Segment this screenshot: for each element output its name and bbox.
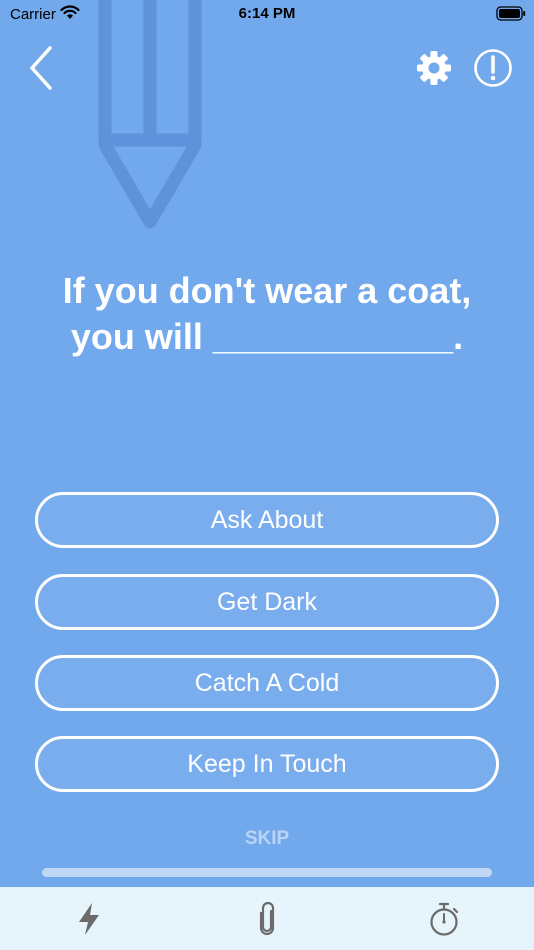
pencil-icon — [90, 0, 215, 240]
paperclip-icon — [259, 901, 275, 935]
answer-button-keep-in-touch[interactable]: Keep In Touch — [35, 736, 499, 792]
exclamation-circle-icon — [474, 49, 512, 87]
status-bar: Carrier 6:14 PM — [0, 0, 534, 30]
question-line-1: If you don't wear a coat, — [62, 270, 472, 311]
lightning-icon — [79, 902, 99, 935]
question-line-2: you will ____________. — [70, 316, 464, 357]
answer-button-get-dark[interactable]: Get Dark — [35, 574, 499, 630]
back-button[interactable] — [22, 44, 62, 92]
skip-button[interactable]: SKIP — [0, 828, 534, 850]
gear-icon — [417, 51, 451, 85]
question-text: If you don't wear a coat, you will _____… — [30, 268, 504, 360]
answer-button-catch-a-cold[interactable]: Catch A Cold — [35, 655, 499, 711]
chevron-left-icon — [30, 46, 52, 90]
tab-paperclip[interactable] — [178, 887, 356, 950]
tab-bar — [0, 887, 534, 950]
settings-button[interactable] — [414, 48, 454, 88]
battery-icon — [496, 6, 526, 25]
stopwatch-icon — [430, 902, 459, 936]
tab-stopwatch[interactable] — [356, 887, 534, 950]
status-time: 6:14 PM — [238, 5, 296, 22]
answer-button-ask-about[interactable]: Ask About — [35, 492, 499, 548]
info-button[interactable] — [472, 47, 514, 89]
progress-bar — [42, 868, 492, 877]
tab-lightning[interactable] — [0, 887, 178, 950]
